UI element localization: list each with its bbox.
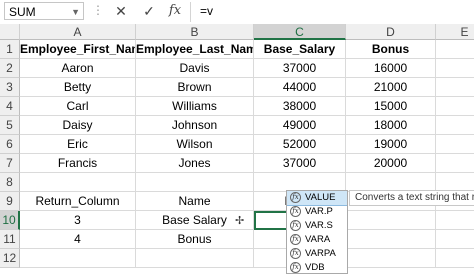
cell-b8[interactable] (136, 173, 254, 192)
cell-d4[interactable]: 15000 (346, 97, 436, 116)
cell-e1[interactable] (436, 40, 474, 59)
cell-a6[interactable]: Eric (20, 135, 136, 154)
cell-e10[interactable] (436, 211, 474, 230)
cell-b6[interactable]: Wilson (136, 135, 254, 154)
divider (190, 2, 191, 22)
autocomplete-item[interactable]: fx VARPA (287, 247, 347, 261)
cell-a3[interactable]: Betty (20, 78, 136, 97)
formula-input[interactable]: =v (196, 2, 474, 20)
cell-e4[interactable] (436, 97, 474, 116)
column-header-d[interactable]: D (346, 24, 436, 40)
row-header-2[interactable]: 2 (0, 59, 20, 78)
column-header-c[interactable]: C (254, 24, 346, 40)
cell-d11[interactable] (346, 230, 436, 249)
cell-b9[interactable]: Name (136, 192, 254, 211)
cell-c5[interactable]: 49000 (254, 116, 346, 135)
row-header-9[interactable]: 9 (0, 192, 20, 211)
cell-a5[interactable]: Daisy (20, 116, 136, 135)
formula-bar: SUM ▼ ⋮ ✕ ✓ fx =v (0, 0, 474, 24)
column-header-e[interactable]: E (436, 24, 474, 40)
cell-e6[interactable] (436, 135, 474, 154)
row-header-1[interactable]: 1 (0, 40, 20, 59)
cell-c6[interactable]: 52000 (254, 135, 346, 154)
cell-b3[interactable]: Brown (136, 78, 254, 97)
row-header-8[interactable]: 8 (0, 173, 20, 192)
drag-handle-icon[interactable]: ⋮ (92, 3, 104, 17)
autocomplete-item-label: VDB (305, 262, 325, 273)
autocomplete-item[interactable]: fx VAR.P (287, 205, 347, 219)
autocomplete-item-label: VAR.P (305, 206, 333, 217)
cursor-icon: ✢ (235, 215, 245, 227)
cell-a12[interactable] (20, 249, 136, 268)
cell-d3[interactable]: 21000 (346, 78, 436, 97)
autocomplete-item[interactable]: fx VAR.S (287, 219, 347, 233)
cell-a7[interactable]: Francis (20, 154, 136, 173)
row-header-6[interactable]: 6 (0, 135, 20, 154)
cell-b7[interactable]: Jones (136, 154, 254, 173)
autocomplete-item-label: VAR.S (305, 220, 333, 231)
autocomplete-item-label: VALUE (305, 192, 336, 203)
function-icon: fx (290, 234, 301, 245)
cell-e5[interactable] (436, 116, 474, 135)
cell-e12[interactable] (436, 249, 474, 268)
row-header-12[interactable]: 12 (0, 249, 20, 268)
cell-a8[interactable] (20, 173, 136, 192)
cell-a1[interactable]: Employee_First_Name (20, 40, 136, 59)
column-header-a[interactable]: A (20, 24, 136, 40)
cell-d7[interactable]: 20000 (346, 154, 436, 173)
insert-function-icon[interactable]: fx (166, 2, 184, 20)
row-header-10[interactable]: 10 (0, 211, 20, 230)
cell-b12[interactable] (136, 249, 254, 268)
autocomplete-item-label: VARPA (305, 248, 336, 259)
cell-d5[interactable]: 18000 (346, 116, 436, 135)
cell-b1[interactable]: Employee_Last_Name (136, 40, 254, 59)
name-box[interactable]: SUM ▼ (4, 2, 84, 20)
cell-c7[interactable]: 37000 (254, 154, 346, 173)
column-header-b[interactable]: B (136, 24, 254, 40)
function-icon: fx (290, 220, 301, 231)
row-header-3[interactable]: 3 (0, 78, 20, 97)
function-icon: fx (290, 206, 301, 217)
function-icon: fx (290, 262, 301, 273)
cell-b2[interactable]: Davis (136, 59, 254, 78)
function-icon: fx (290, 248, 301, 259)
autocomplete-item[interactable]: fx VARA (287, 233, 347, 247)
cell-c4[interactable]: 38000 (254, 97, 346, 116)
cell-c2[interactable]: 37000 (254, 59, 346, 78)
row-header-11[interactable]: 11 (0, 230, 20, 249)
cell-a9[interactable]: Return_Column (20, 192, 136, 211)
select-all-corner[interactable] (0, 24, 20, 40)
cell-e11[interactable] (436, 230, 474, 249)
cell-b11[interactable]: Bonus (136, 230, 254, 249)
function-tooltip: Converts a text string that re (349, 190, 474, 206)
cell-a10[interactable]: 3 (20, 211, 136, 230)
name-box-value: SUM (9, 5, 36, 19)
cell-a11[interactable]: 4 (20, 230, 136, 249)
cell-e7[interactable] (436, 154, 474, 173)
function-autocomplete-list[interactable]: fx VALUE fx VAR.P fx VAR.S fx VARA fx VARPA fx VDB (286, 190, 348, 274)
chevron-down-icon[interactable]: ▼ (71, 3, 80, 21)
autocomplete-item[interactable]: fx VDB (287, 261, 347, 273)
cell-b5[interactable]: Johnson (136, 116, 254, 135)
cell-d10[interactable] (346, 211, 436, 230)
cell-a4[interactable]: Carl (20, 97, 136, 116)
row-header-5[interactable]: 5 (0, 116, 20, 135)
autocomplete-item[interactable]: fx VALUE (287, 191, 347, 206)
cell-d12[interactable] (346, 249, 436, 268)
cell-d2[interactable]: 16000 (346, 59, 436, 78)
autocomplete-item-label: VARA (305, 234, 331, 245)
cancel-icon[interactable]: ✕ (112, 2, 130, 20)
enter-icon[interactable]: ✓ (140, 2, 158, 20)
cell-e3[interactable] (436, 78, 474, 97)
cell-c3[interactable]: 44000 (254, 78, 346, 97)
row-header-4[interactable]: 4 (0, 97, 20, 116)
function-icon: fx (290, 192, 301, 203)
cell-c1[interactable]: Base_Salary (254, 40, 346, 59)
cell-b4[interactable]: Williams (136, 97, 254, 116)
row-header-7[interactable]: 7 (0, 154, 20, 173)
cell-e2[interactable] (436, 59, 474, 78)
cell-d1[interactable]: Bonus (346, 40, 436, 59)
cell-d6[interactable]: 19000 (346, 135, 436, 154)
cell-a2[interactable]: Aaron (20, 59, 136, 78)
